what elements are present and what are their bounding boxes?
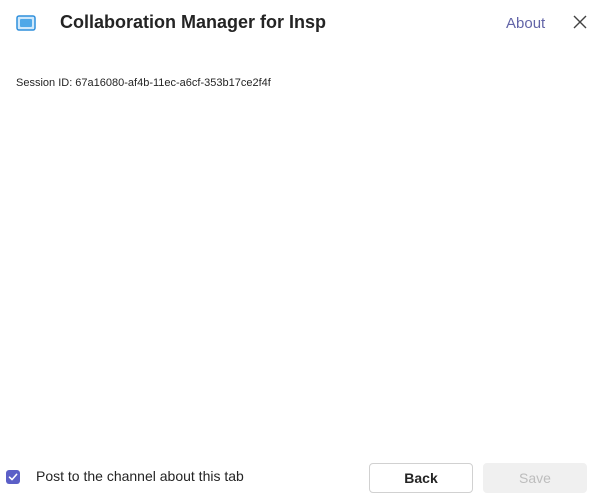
close-icon[interactable] — [571, 13, 589, 31]
save-button[interactable]: Save — [483, 463, 587, 493]
tab-config-dialog: Collaboration Manager for Insp About Ses… — [0, 0, 591, 493]
about-link[interactable]: About — [506, 15, 545, 32]
post-to-channel-label[interactable]: Post to the channel about this tab — [36, 468, 244, 484]
session-id-text: Session ID: 67a16080-af4b-11ec-a6cf-353b… — [16, 77, 271, 89]
back-button[interactable]: Back — [369, 463, 473, 493]
checkmark-icon — [8, 473, 18, 481]
app-title: Collaboration Manager for Insp — [60, 12, 327, 32]
dialog-header: Collaboration Manager for Insp About — [0, 0, 591, 50]
app-icon — [16, 15, 36, 31]
post-to-channel-checkbox[interactable] — [6, 470, 20, 484]
